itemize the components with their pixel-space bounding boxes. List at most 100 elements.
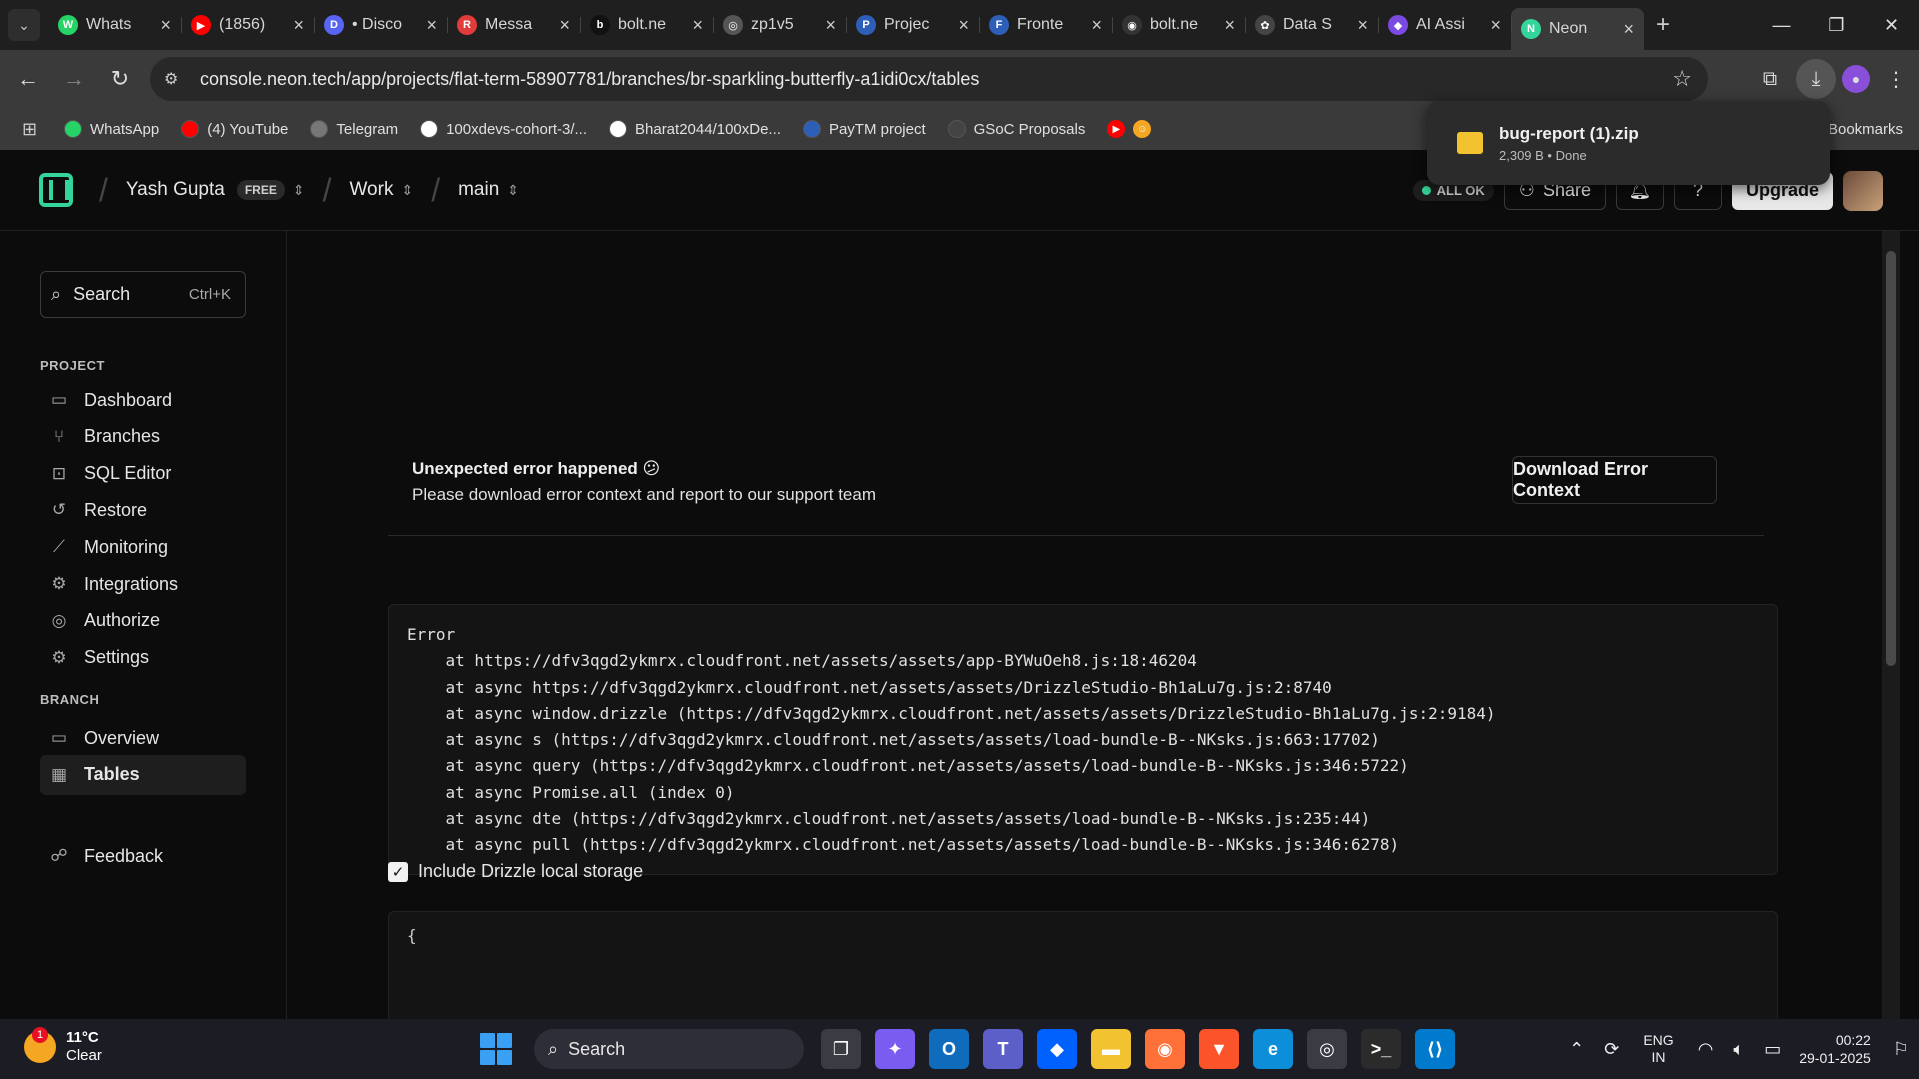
- start-button[interactable]: [480, 1033, 512, 1065]
- breadcrumb-project[interactable]: Work ⇕: [349, 179, 413, 201]
- sidebar-item-monitoring[interactable]: ⟋ Monitoring: [40, 527, 246, 567]
- sidebar-item-branches[interactable]: ⑂ Branches: [40, 417, 246, 457]
- new-tab-button[interactable]: +: [1656, 11, 1670, 39]
- chevron-up-icon[interactable]: ⌃: [1569, 1039, 1584, 1060]
- tab-search-button[interactable]: ⌄: [8, 9, 40, 41]
- browser-tab[interactable]: ▶ (1856) ×: [181, 8, 314, 42]
- close-icon[interactable]: ×: [1490, 15, 1501, 36]
- browser-menu-icon[interactable]: ⋮: [1876, 59, 1916, 99]
- breadcrumb-user[interactable]: Yash Gupta FREE ⇕: [126, 179, 305, 201]
- reload-button[interactable]: ↻: [102, 61, 138, 97]
- browser-tab[interactable]: R Messa ×: [447, 8, 580, 42]
- edge-icon[interactable]: e: [1253, 1029, 1293, 1069]
- neon-logo-icon[interactable]: [39, 173, 73, 207]
- bookmark-item[interactable]: Bharat2044/100xDe...: [609, 120, 781, 138]
- bookmark-star-icon[interactable]: ☆: [1672, 66, 1692, 92]
- volume-icon[interactable]: 🔈︎: [1733, 1039, 1744, 1060]
- close-icon[interactable]: ×: [426, 15, 437, 36]
- bookmark-item[interactable]: (4) YouTube: [181, 120, 288, 138]
- page-scrollbar[interactable]: [1882, 231, 1900, 1019]
- url-text[interactable]: console.neon.tech/app/projects/flat-term…: [200, 69, 979, 90]
- sidebar-item-overview[interactable]: ▭ Overview: [40, 718, 246, 758]
- restore-button[interactable]: ❐: [1809, 0, 1864, 50]
- search-input[interactable]: ⌕ Search Ctrl+K: [40, 271, 246, 318]
- sidebar-item-integrations[interactable]: ⚙ Integrations: [40, 564, 246, 604]
- clock[interactable]: 00:22 29-01-2025: [1799, 1031, 1871, 1067]
- dropbox-icon[interactable]: ◆: [1037, 1029, 1077, 1069]
- branch-name: main: [458, 179, 500, 200]
- task-view-icon[interactable]: ❐: [821, 1029, 861, 1069]
- include-storage-row[interactable]: ✓ Include Drizzle local storage: [388, 861, 643, 882]
- breadcrumb-branch[interactable]: main ⇕: [458, 179, 519, 201]
- sidebar-item-tables[interactable]: ▦ Tables: [40, 754, 246, 795]
- close-icon[interactable]: ×: [1357, 15, 1368, 36]
- download-filename[interactable]: bug-report (1).zip: [1499, 124, 1639, 144]
- scrollbar-thumb[interactable]: [1886, 251, 1896, 666]
- close-icon[interactable]: ×: [1091, 15, 1102, 36]
- battery-icon[interactable]: ▭: [1764, 1039, 1781, 1060]
- copilot-icon[interactable]: ✦: [875, 1029, 915, 1069]
- browser-tab[interactable]: P Projec ×: [846, 8, 979, 42]
- close-icon[interactable]: ×: [825, 15, 836, 36]
- sidebar-item-authorize[interactable]: ◎ Authorize: [40, 601, 246, 641]
- browser-tab[interactable]: D • Disco ×: [314, 8, 447, 42]
- vscode-icon[interactable]: ⟨⟩: [1415, 1029, 1455, 1069]
- bookmark-item[interactable]: 100xdevs-cohort-3/...: [420, 120, 587, 138]
- close-icon[interactable]: ×: [692, 15, 703, 36]
- close-window-button[interactable]: ✕: [1864, 0, 1919, 50]
- checkbox-checked-icon[interactable]: ✓: [388, 861, 408, 882]
- sidebar-item-dashboard[interactable]: ▭ Dashboard: [40, 380, 246, 420]
- terminal-icon[interactable]: >_: [1361, 1029, 1401, 1069]
- omnibox[interactable]: ⚙ console.neon.tech/app/projects/flat-te…: [150, 57, 1708, 101]
- browser-tab[interactable]: ◉ bolt.ne ×: [1112, 8, 1245, 42]
- tab-title: zp1v5: [751, 16, 794, 33]
- bookmark-item[interactable]: PayTM project: [802, 120, 926, 138]
- browser-tab[interactable]: ◎ zp1v5 ×: [713, 8, 846, 42]
- sidebar-item-sql-editor[interactable]: ⊡ SQL Editor: [40, 454, 246, 494]
- browser-tab[interactable]: W Whats ×: [48, 8, 181, 42]
- weather-widget[interactable]: 11°CClear: [24, 1027, 102, 1065]
- site-settings-icon[interactable]: ⚙: [164, 69, 188, 89]
- avatar[interactable]: [1843, 170, 1883, 211]
- taskbar-search[interactable]: ⌕ Search: [534, 1029, 804, 1069]
- back-button[interactable]: ←: [10, 61, 46, 97]
- language-indicator[interactable]: ENG IN: [1643, 1032, 1673, 1066]
- error-stack-trace: Error at https://dfv3qgd2ykmrx.cloudfron…: [388, 604, 1778, 875]
- bookmark-item[interactable]: Telegram: [310, 120, 398, 138]
- all-bookmarks-link[interactable]: Bookmarks: [1828, 121, 1903, 138]
- download-error-context-button[interactable]: Download Error Context: [1512, 456, 1717, 504]
- chrome-icon[interactable]: ◎: [1307, 1029, 1347, 1069]
- close-icon[interactable]: ×: [958, 15, 969, 36]
- browser-tab[interactable]: ◆ AI Assi ×: [1378, 8, 1511, 42]
- outlook-icon[interactable]: O: [929, 1029, 969, 1069]
- extensions-icon[interactable]: ⧉: [1750, 59, 1790, 99]
- close-icon[interactable]: ×: [559, 15, 570, 36]
- download-bubble[interactable]: bug-report (1).zip 2,309 B • Done: [1427, 101, 1830, 185]
- browser-tab[interactable]: ✿ Data S ×: [1245, 8, 1378, 42]
- bookmark-item[interactable]: WhatsApp: [64, 120, 159, 138]
- close-icon[interactable]: ×: [293, 15, 304, 36]
- firefox-icon[interactable]: ◉: [1145, 1029, 1185, 1069]
- bookmark-item[interactable]: GSoC Proposals: [947, 120, 1085, 138]
- sync-icon[interactable]: ⟳: [1604, 1039, 1619, 1060]
- wifi-icon[interactable]: ◠: [1698, 1039, 1714, 1060]
- apps-grid-icon[interactable]: ⊞: [22, 119, 44, 140]
- close-icon[interactable]: ×: [1623, 19, 1634, 40]
- sidebar-item-restore[interactable]: ↺ Restore: [40, 490, 246, 530]
- bookmark-youtube-icon-only[interactable]: ▶ ☺: [1107, 120, 1159, 138]
- brave-icon[interactable]: ▼: [1199, 1029, 1239, 1069]
- sidebar-item-settings[interactable]: ⚙ Settings: [40, 638, 246, 678]
- minimize-button[interactable]: —: [1754, 0, 1809, 50]
- teams-icon[interactable]: T: [983, 1029, 1023, 1069]
- profile-icon[interactable]: ●: [1842, 65, 1870, 93]
- browser-tab[interactable]: F Fronte ×: [979, 8, 1112, 42]
- close-icon[interactable]: ×: [160, 15, 171, 36]
- notification-bell-icon[interactable]: ⚐: [1893, 1039, 1909, 1060]
- feedback-link[interactable]: ☍ Feedback: [40, 836, 246, 876]
- browser-tab[interactable]: N Neon ×: [1511, 8, 1644, 50]
- browser-tab[interactable]: b bolt.ne ×: [580, 8, 713, 42]
- forward-button[interactable]: →: [56, 61, 92, 97]
- file-explorer-icon[interactable]: ▬: [1091, 1029, 1131, 1069]
- downloads-icon[interactable]: ⤓: [1796, 59, 1836, 99]
- close-icon[interactable]: ×: [1224, 15, 1235, 36]
